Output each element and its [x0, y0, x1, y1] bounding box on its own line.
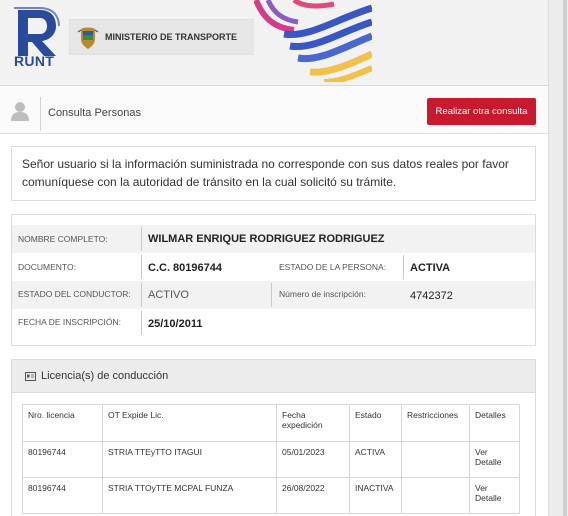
nombre-label: NOMBRE COMPLETO: — [18, 234, 108, 244]
divider — [141, 311, 142, 335]
person-info-panel: NOMBRE COMPLETO: WILMAR ENRIQUE RODRIGUE… — [11, 214, 536, 346]
consulta-bar: Consulta Personas Realizar otra consulta — [0, 87, 548, 134]
estado-conductor-value: ACTIVO — [148, 289, 189, 301]
col-header: Fecha expedición — [276, 404, 350, 442]
divider — [141, 255, 142, 279]
scrollbar-thumb[interactable] — [563, 0, 567, 516]
decorative-art — [254, 0, 372, 82]
restricciones-cell — [401, 477, 470, 514]
ver-detalle-link[interactable]: Ver Detalle — [469, 477, 520, 514]
nombre-value: WILMAR ENRIQUE RODRIGUEZ RODRIGUEZ — [148, 233, 385, 245]
ot-expide-cell: STRIA TTOyTTE MCPAL FUNZA — [102, 477, 277, 514]
ver-detalle-link[interactable]: Ver Detalle — [469, 441, 520, 478]
divider — [141, 227, 142, 251]
table-header-row: Nro. licencia OT Expide Lic. Fecha exped… — [22, 404, 520, 442]
col-header: Detalles — [469, 404, 520, 442]
info-row-fecha: FECHA DE INSCRIPCIÓN: 25/10/2011 — [12, 309, 535, 337]
table-row: 80196744 STRIA TTEyTTO ITAGUI 05/01/2023… — [22, 441, 520, 478]
fecha-inscripcion-label: FECHA DE INSCRIPCIÓN: — [18, 317, 121, 327]
ministerio-banner: MINISTERIO DE TRANSPORTE — [69, 19, 257, 55]
documento-label: DOCUMENTO: — [18, 262, 76, 272]
table-row: 80196744 STRIA TTOyTTE MCPAL FUNZA 26/08… — [22, 477, 520, 514]
licencias-header: Licencia(s) de conducción — [12, 360, 535, 393]
inscripcion-value: 4742372 — [410, 290, 453, 302]
user-icon — [11, 102, 29, 121]
ot-expide-cell: STRIA TTEyTTO ITAGUI — [102, 441, 277, 478]
nro-licencia-cell: 80196744 — [22, 441, 103, 478]
info-row-conductor: ESTADO DEL CONDUCTOR: ACTIVO Número de i… — [12, 281, 535, 309]
fecha-inscripcion-value: 25/10/2011 — [148, 318, 203, 330]
divider — [271, 283, 272, 307]
fecha-expedicion-cell: 26/08/2022 — [276, 477, 350, 514]
estado-persona-label: ESTADO DE LA PERSONA: — [279, 262, 387, 272]
nro-licencia-cell: 80196744 — [22, 477, 103, 514]
realizar-otra-consulta-button[interactable]: Realizar otra consulta — [427, 98, 536, 125]
licencias-title: Licencia(s) de conducción — [41, 370, 169, 382]
id-card-icon — [25, 372, 36, 381]
notice-message: Señor usuario si la información suminist… — [11, 146, 536, 201]
runt-logo-text: RUNT — [14, 53, 55, 69]
inscripcion-label: Número de inscripción: — [279, 289, 366, 299]
divider — [403, 255, 404, 279]
estado-persona-value: ACTIVA — [410, 262, 451, 274]
col-header: Restricciones — [401, 404, 470, 442]
fecha-expedicion-cell: 05/01/2023 — [276, 441, 350, 478]
divider — [141, 283, 142, 307]
licencias-panel: Licencia(s) de conducción Nro. licencia … — [11, 359, 536, 516]
consulta-title: Consulta Personas — [48, 107, 141, 119]
estado-cell: ACTIVA — [349, 441, 402, 478]
divider — [40, 97, 41, 131]
info-row-documento: DOCUMENTO: C.C. 80196744 ESTADO DE LA PE… — [12, 253, 535, 281]
runt-page: RUNT MINISTERIO DE TRANSPORTE Consulta P… — [0, 0, 548, 516]
scrollbar[interactable] — [548, 0, 568, 516]
documento-value: C.C. 80196744 — [148, 262, 222, 274]
ministerio-label: MINISTERIO DE TRANSPORTE — [105, 32, 238, 42]
licencias-table: Nro. licencia OT Expide Lic. Fecha exped… — [22, 404, 520, 514]
estado-conductor-label: ESTADO DEL CONDUCTOR: — [18, 289, 131, 299]
site-header: RUNT MINISTERIO DE TRANSPORTE — [0, 0, 548, 86]
escudo-icon — [77, 27, 99, 49]
col-header: Estado — [349, 404, 402, 442]
col-header: OT Expide Lic. — [102, 404, 277, 442]
restricciones-cell — [401, 441, 470, 478]
estado-cell: INACTIVA — [349, 477, 402, 514]
info-row-nombre: NOMBRE COMPLETO: WILMAR ENRIQUE RODRIGUE… — [12, 225, 535, 253]
col-header: Nro. licencia — [22, 404, 103, 442]
